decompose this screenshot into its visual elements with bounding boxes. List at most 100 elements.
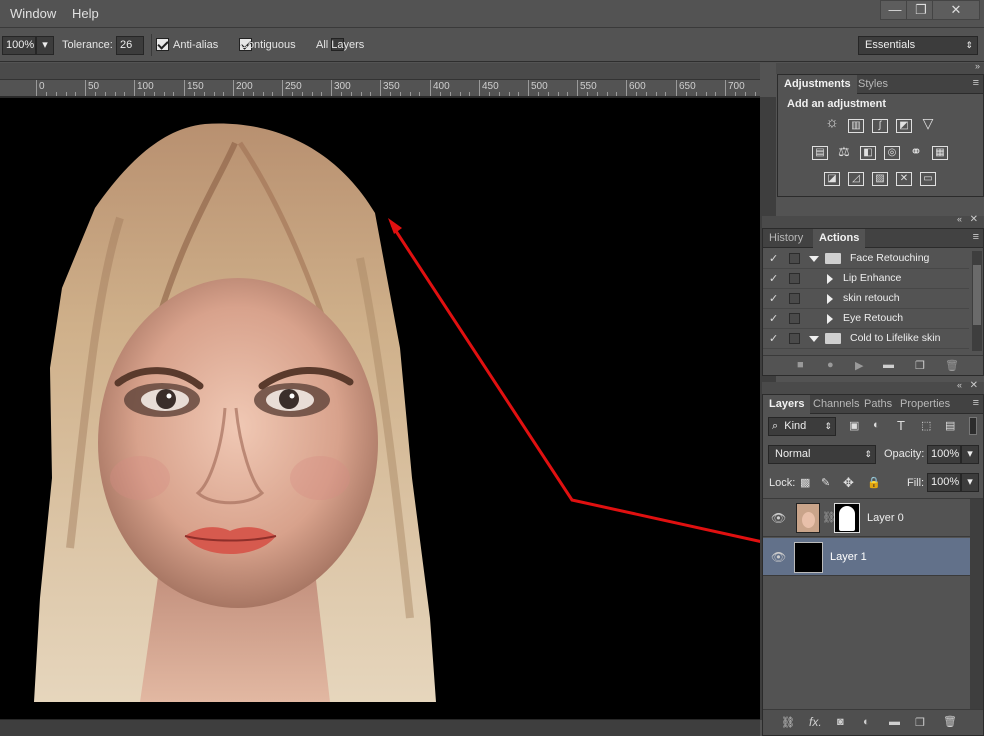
dialog-toggle[interactable]	[789, 273, 800, 284]
layer-row-layer-0[interactable]: 👁 ⛓ Layer 0	[763, 499, 970, 537]
panel-menu-icon[interactable]: ≡	[973, 397, 979, 409]
black-white-icon[interactable]: ◧	[860, 146, 876, 160]
adjustment-layer-icon[interactable]: ◐	[863, 716, 870, 728]
close-icon[interactable]: ✕	[970, 380, 978, 391]
filter-kind-select[interactable]: ⌕ Kind ⇕	[768, 417, 836, 436]
action-row[interactable]: ✓ Eye Retouch	[763, 309, 969, 329]
lock-image-icon[interactable]: ✎	[821, 476, 830, 489]
posterize-icon[interactable]: ◿	[848, 172, 864, 186]
layer-name[interactable]: Layer 1	[830, 551, 867, 563]
action-row[interactable]: ✓ Cold to Lifelike skin	[763, 329, 969, 349]
layer-name[interactable]: Layer 0	[867, 512, 904, 524]
trash-icon[interactable]: 🗑	[943, 715, 957, 728]
add-mask-icon[interactable]: ◙	[837, 716, 844, 728]
gradient-map-icon[interactable]: ▭	[920, 172, 936, 186]
eye-icon[interactable]: 👁	[771, 550, 786, 564]
search-icon: ⌕	[772, 420, 779, 432]
tab-paths[interactable]: Paths	[858, 395, 898, 414]
tab-history[interactable]: History	[763, 229, 809, 248]
lock-transparent-icon[interactable]: ▩	[800, 476, 810, 489]
vibrance-icon[interactable]: ▽	[920, 116, 936, 131]
brightness-icon[interactable]: ☼	[824, 115, 840, 131]
threshold-icon[interactable]: ▨	[872, 172, 888, 186]
filter-toggle[interactable]	[969, 417, 977, 435]
checkmark-icon[interactable]: ✓	[769, 332, 778, 345]
action-row[interactable]: ✓ Face Retouching	[763, 249, 969, 269]
opacity-dropdown[interactable]: ▾	[961, 445, 979, 464]
expand-arrow-icon[interactable]	[809, 336, 819, 342]
curves-icon[interactable]: ∫	[872, 119, 888, 133]
tab-layers[interactable]: Layers	[763, 395, 811, 414]
checkmark-icon[interactable]: ✓	[769, 272, 778, 285]
color-balance-icon[interactable]: ⚖	[836, 145, 852, 160]
collapse-arrow-icon[interactable]	[827, 294, 833, 304]
stop-icon[interactable]: ■	[797, 359, 804, 371]
color-lookup-icon[interactable]: ▦	[932, 146, 948, 160]
collapse-arrow-icon[interactable]	[827, 274, 833, 284]
expand-arrow-icon[interactable]	[809, 256, 819, 262]
fill-dropdown[interactable]: ▾	[961, 473, 979, 492]
action-row[interactable]: ✓ Lip Enhance	[763, 269, 969, 289]
horizontal-scrollbar[interactable]	[0, 720, 760, 736]
panel-menu-icon[interactable]: ≡	[973, 231, 979, 243]
lock-all-icon[interactable]: 🔒	[867, 476, 881, 489]
checkmark-icon[interactable]: ✓	[769, 292, 778, 305]
layer-row-layer-1[interactable]: 👁 Layer 1	[763, 538, 970, 576]
lock-position-icon[interactable]: ✥	[843, 475, 854, 491]
fx-icon[interactable]: fx.	[809, 715, 822, 729]
opacity-input[interactable]: 100%	[927, 445, 961, 464]
action-row[interactable]: ✓ skin retouch	[763, 289, 969, 309]
panel-menu-icon[interactable]: ≡	[973, 77, 979, 89]
layers-panel: Layers Channels Paths Properties ≡ ⌕ Kin…	[762, 394, 984, 736]
pixel-filter-icon[interactable]: ▣	[849, 419, 859, 432]
collapse-icon[interactable]: «	[957, 380, 962, 390]
collapse-icon[interactable]: »	[975, 61, 980, 71]
dock-strip: »	[776, 61, 984, 74]
scroll-thumb[interactable]	[973, 265, 981, 325]
tab-actions[interactable]: Actions	[813, 229, 866, 248]
checkmark-icon[interactable]: ✓	[769, 312, 778, 325]
new-layer-icon[interactable]: ❐	[915, 716, 925, 729]
channel-mixer-icon[interactable]: ⚭	[908, 144, 924, 159]
adjustment-filter-icon[interactable]: ◐	[873, 419, 880, 431]
blend-mode-select[interactable]: Normal ⇕	[768, 445, 876, 464]
photo-filter-icon[interactable]: ◎	[884, 146, 900, 160]
tab-channels[interactable]: Channels	[807, 395, 865, 414]
action-set-label: Face Retouching	[850, 252, 930, 264]
record-icon[interactable]: ●	[827, 359, 834, 371]
new-set-icon[interactable]: ▬	[883, 359, 894, 371]
tab-styles[interactable]: Styles	[852, 75, 894, 94]
dialog-toggle[interactable]	[789, 313, 800, 324]
type-filter-icon[interactable]: T	[897, 418, 905, 433]
checkmark-icon[interactable]: ✓	[769, 252, 778, 265]
mask-shape	[839, 506, 855, 531]
hue-saturation-icon[interactable]: ▤	[812, 146, 828, 160]
selective-color-icon[interactable]: ✕	[896, 172, 912, 186]
layer-mask-thumbnail[interactable]	[834, 503, 860, 533]
tab-adjustments[interactable]: Adjustments	[778, 75, 857, 94]
collapse-arrow-icon[interactable]	[827, 314, 833, 324]
actions-scrollbar[interactable]	[972, 251, 982, 351]
dialog-toggle[interactable]	[789, 293, 800, 304]
dialog-toggle[interactable]	[789, 333, 800, 344]
shape-filter-icon[interactable]: ⬚	[921, 419, 931, 432]
action-label: skin retouch	[843, 292, 900, 304]
close-icon[interactable]: ✕	[970, 214, 978, 225]
fill-input[interactable]: 100%	[927, 473, 961, 492]
collapse-icon[interactable]: «	[957, 214, 962, 224]
new-group-icon[interactable]: ▬	[889, 716, 900, 728]
chevron-down-icon: ▾	[967, 448, 973, 460]
exposure-icon[interactable]: ◩	[896, 119, 912, 133]
opacity-label: Opacity:	[884, 448, 925, 460]
tab-properties[interactable]: Properties	[894, 395, 956, 414]
trash-icon[interactable]: 🗑	[945, 359, 959, 372]
invert-icon[interactable]: ◪	[824, 172, 840, 186]
dialog-toggle[interactable]	[789, 253, 800, 264]
new-action-icon[interactable]: ❐	[915, 359, 925, 372]
layers-scrollbar[interactable]	[970, 499, 983, 709]
levels-icon[interactable]: ▥	[848, 119, 864, 133]
smart-object-filter-icon[interactable]: ▤	[945, 419, 955, 432]
play-icon[interactable]: ▶	[855, 359, 863, 372]
link-layers-icon[interactable]: ⛓	[781, 716, 795, 729]
eye-icon[interactable]: 👁	[771, 511, 786, 525]
